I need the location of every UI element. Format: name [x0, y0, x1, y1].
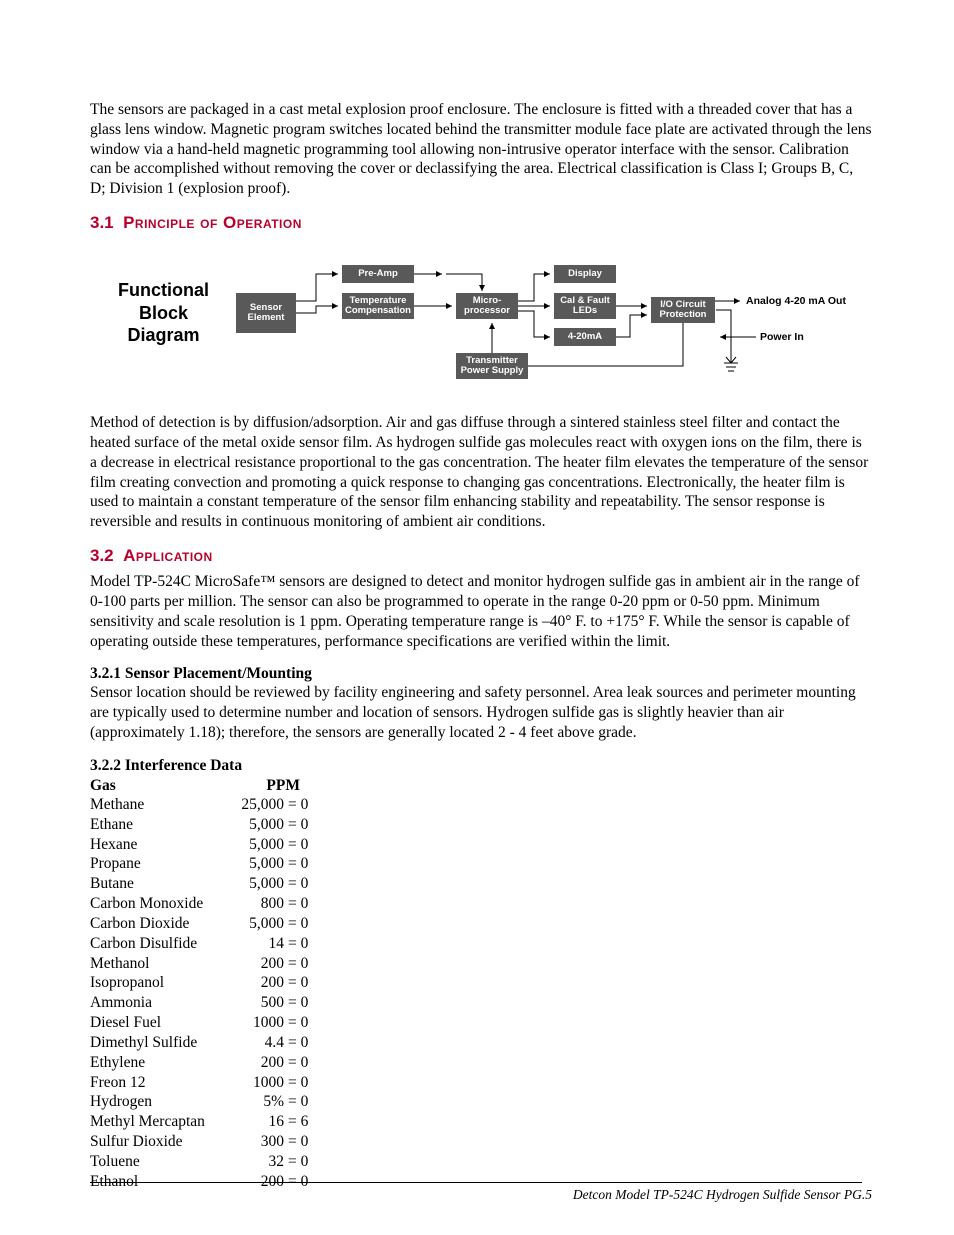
- cell-gas: Butane: [90, 874, 230, 894]
- cell-equals: = 0: [284, 973, 328, 993]
- cell-equals: = 0: [284, 1053, 328, 1073]
- cell-equals: = 0: [284, 835, 328, 855]
- table-row: Diesel Fuel1000= 0: [90, 1013, 872, 1033]
- cell-gas: Ethylene: [90, 1053, 230, 1073]
- cell-gas: Methyl Mercaptan: [90, 1112, 230, 1132]
- cell-equals: = 0: [284, 854, 328, 874]
- cell-value: 5%: [230, 1092, 284, 1112]
- header-ppm: PPM: [230, 777, 300, 795]
- cell-gas: Methane: [90, 795, 230, 815]
- cell-value: 5,000: [230, 914, 284, 934]
- cell-value: 5,000: [230, 835, 284, 855]
- cell-value: 16: [230, 1112, 284, 1132]
- functional-block-diagram: Functional Block Diagram Sensor Element …: [106, 243, 856, 399]
- cell-gas: Toluene: [90, 1152, 230, 1172]
- cell-value: 25,000: [230, 795, 284, 815]
- cell-value: 5,000: [230, 854, 284, 874]
- cell-equals: = 0: [284, 1132, 328, 1152]
- table-row: Methane25,000= 0: [90, 795, 872, 815]
- section-title: Application: [123, 546, 213, 565]
- cell-value: 5,000: [230, 874, 284, 894]
- cell-gas: Sulfur Dioxide: [90, 1132, 230, 1152]
- table-row: Dimethyl Sulfide4.4= 0: [90, 1033, 872, 1053]
- cell-equals: = 0: [284, 815, 328, 835]
- cell-equals: = 0: [284, 1013, 328, 1033]
- table-row: Methanol200= 0: [90, 954, 872, 974]
- cell-gas: Isopropanol: [90, 973, 230, 993]
- cell-equals: = 0: [284, 874, 328, 894]
- interference-table: Gas PPM Methane25,000= 0Ethane5,000= 0He…: [90, 777, 872, 1192]
- header-gas: Gas: [90, 777, 230, 795]
- section-number: 3.1: [90, 213, 114, 232]
- cell-equals: = 0: [284, 795, 328, 815]
- section-3-2-heading: 3.2 Application: [90, 546, 872, 566]
- cell-gas: Dimethyl Sulfide: [90, 1033, 230, 1053]
- table-row: Hydrogen5%= 0: [90, 1092, 872, 1112]
- cell-equals: = 0: [284, 993, 328, 1013]
- cell-value: 1000: [230, 1013, 284, 1033]
- table-row: Hexane5,000= 0: [90, 835, 872, 855]
- table-row: Carbon Monoxide800= 0: [90, 894, 872, 914]
- cell-equals: = 0: [284, 894, 328, 914]
- method-paragraph: Method of detection is by diffusion/adso…: [90, 413, 872, 532]
- cell-gas: Carbon Monoxide: [90, 894, 230, 914]
- footer-rule: [90, 1182, 862, 1183]
- cell-equals: = 0: [284, 1073, 328, 1093]
- cell-equals: = 0: [284, 914, 328, 934]
- table-row: Ammonia500= 0: [90, 993, 872, 1013]
- table-row: Ethane5,000= 0: [90, 815, 872, 835]
- cell-equals: = 0: [284, 1152, 328, 1172]
- table-row: Isopropanol200= 0: [90, 973, 872, 993]
- table-row: Ethylene200= 0: [90, 1053, 872, 1073]
- cell-equals: = 0: [284, 1033, 328, 1053]
- cell-equals: = 0: [284, 1092, 328, 1112]
- placement-paragraph: Sensor location should be reviewed by fa…: [90, 683, 872, 742]
- table-row: Methyl Mercaptan16= 6: [90, 1112, 872, 1132]
- cell-gas: Hydrogen: [90, 1092, 230, 1112]
- cell-value: 14: [230, 934, 284, 954]
- cell-value: 300: [230, 1132, 284, 1152]
- section-number: 3.2: [90, 546, 114, 565]
- table-row: Butane5,000= 0: [90, 874, 872, 894]
- cell-gas: Methanol: [90, 954, 230, 974]
- cell-value: 200: [230, 1053, 284, 1073]
- cell-gas: Diesel Fuel: [90, 1013, 230, 1033]
- cell-gas: Propane: [90, 854, 230, 874]
- cell-equals: = 6: [284, 1112, 328, 1132]
- intro-paragraph: The sensors are packaged in a cast metal…: [90, 100, 872, 199]
- section-title: Principle of Operation: [123, 213, 302, 232]
- subsection-3-2-2-heading: 3.2.2 Interference Data: [90, 757, 872, 775]
- diagram-arrows: [106, 243, 856, 399]
- cell-value: 800: [230, 894, 284, 914]
- cell-value: 4.4: [230, 1033, 284, 1053]
- table-row: Propane5,000= 0: [90, 854, 872, 874]
- table-header-row: Gas PPM: [90, 777, 872, 795]
- cell-gas: Ethane: [90, 815, 230, 835]
- cell-value: 1000: [230, 1073, 284, 1093]
- cell-value: 200: [230, 973, 284, 993]
- cell-gas: Hexane: [90, 835, 230, 855]
- footer-text: Detcon Model TP-524C Hydrogen Sulfide Se…: [90, 1187, 872, 1203]
- cell-equals: = 0: [284, 954, 328, 974]
- cell-gas: Carbon Dioxide: [90, 914, 230, 934]
- table-row: Freon 121000= 0: [90, 1073, 872, 1093]
- section-3-1-heading: 3.1 Principle of Operation: [90, 213, 872, 233]
- cell-value: 200: [230, 954, 284, 974]
- cell-gas: Freon 12: [90, 1073, 230, 1093]
- cell-equals: = 0: [284, 934, 328, 954]
- table-row: Carbon Dioxide5,000= 0: [90, 914, 872, 934]
- table-row: Sulfur Dioxide300= 0: [90, 1132, 872, 1152]
- cell-gas: Carbon Disulfide: [90, 934, 230, 954]
- application-paragraph: Model TP-524C MicroSafe™ sensors are des…: [90, 572, 872, 651]
- table-row: Carbon Disulfide14= 0: [90, 934, 872, 954]
- cell-value: 5,000: [230, 815, 284, 835]
- cell-value: 500: [230, 993, 284, 1013]
- cell-value: 32: [230, 1152, 284, 1172]
- cell-gas: Ammonia: [90, 993, 230, 1013]
- table-row: Toluene32= 0: [90, 1152, 872, 1172]
- subsection-3-2-1-heading: 3.2.1 Sensor Placement/Mounting: [90, 665, 872, 683]
